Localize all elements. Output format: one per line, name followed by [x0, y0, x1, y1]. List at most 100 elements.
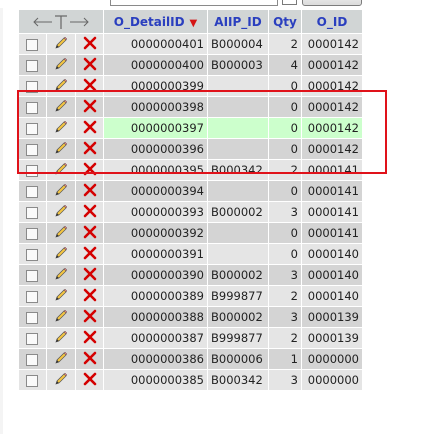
- arrow-right-icon[interactable]: [68, 15, 94, 29]
- row-checkbox[interactable]: [26, 290, 39, 303]
- pencil-icon[interactable]: [54, 309, 68, 326]
- row-select-cell: [19, 286, 46, 306]
- table-row[interactable]: 0000000398 0 0000142: [19, 97, 362, 117]
- cell-detail-id: 0000000400: [104, 55, 207, 75]
- pencil-icon[interactable]: [54, 78, 68, 95]
- delete-x-icon[interactable]: [83, 162, 97, 179]
- filter-input[interactable]: [110, 0, 278, 6]
- delete-x-icon[interactable]: [83, 57, 97, 74]
- delete-x-icon[interactable]: [83, 372, 97, 389]
- table-row[interactable]: 0000000396 0 0000142: [19, 139, 362, 159]
- row-delete-cell: [76, 223, 103, 243]
- pencil-icon[interactable]: [54, 99, 68, 116]
- delete-x-icon[interactable]: [83, 141, 97, 158]
- delete-x-icon[interactable]: [83, 183, 97, 200]
- delete-x-icon[interactable]: [83, 351, 97, 368]
- cell-qty: 2: [269, 160, 301, 180]
- row-checkbox[interactable]: [26, 374, 39, 387]
- column-header-aiip-id[interactable]: AIIP_ID: [208, 10, 268, 33]
- row-checkbox[interactable]: [26, 59, 39, 72]
- row-checkbox[interactable]: [26, 206, 39, 219]
- actions-header: [19, 10, 103, 33]
- row-edit-cell: [46, 307, 76, 327]
- row-checkbox[interactable]: [26, 227, 39, 240]
- table-row[interactable]: 0000000386 B000006 1 0000000: [19, 349, 362, 369]
- pencil-icon[interactable]: [54, 57, 68, 74]
- column-t-icon[interactable]: [54, 14, 68, 30]
- row-checkbox[interactable]: [26, 248, 39, 261]
- pencil-icon[interactable]: [54, 267, 68, 284]
- row-checkbox[interactable]: [26, 143, 39, 156]
- cell-o-id: 0000141: [302, 160, 362, 180]
- delete-x-icon[interactable]: [83, 288, 97, 305]
- pencil-icon[interactable]: [54, 204, 68, 221]
- column-header-qty[interactable]: Qty: [269, 10, 301, 33]
- table-row[interactable]: 0000000385 B000342 3 0000000: [19, 370, 362, 390]
- row-checkbox[interactable]: [26, 311, 39, 324]
- arrow-left-icon[interactable]: [28, 15, 54, 29]
- row-checkbox[interactable]: [26, 101, 39, 114]
- delete-x-icon[interactable]: [83, 309, 97, 326]
- row-checkbox[interactable]: [26, 164, 39, 177]
- pencil-icon[interactable]: [54, 351, 68, 368]
- pencil-icon[interactable]: [54, 120, 68, 137]
- cell-qty: 0: [269, 223, 301, 243]
- cell-qty: 0: [269, 139, 301, 159]
- pencil-icon[interactable]: [54, 288, 68, 305]
- pencil-icon[interactable]: [54, 141, 68, 158]
- row-checkbox[interactable]: [26, 38, 39, 51]
- row-checkbox[interactable]: [26, 80, 39, 93]
- row-checkbox[interactable]: [26, 185, 39, 198]
- delete-x-icon[interactable]: [83, 99, 97, 116]
- delete-x-icon[interactable]: [83, 267, 97, 284]
- delete-x-icon[interactable]: [83, 330, 97, 347]
- column-header-qty-label[interactable]: Qty: [273, 15, 297, 29]
- table-row[interactable]: 0000000391 0 0000140: [19, 244, 362, 264]
- table-row[interactable]: 0000000388 B000002 3 0000139: [19, 307, 362, 327]
- table-row[interactable]: 0000000401 B000004 2 0000142: [19, 34, 362, 54]
- table-row[interactable]: 0000000397 0 0000142: [19, 118, 362, 138]
- pencil-icon[interactable]: [54, 183, 68, 200]
- column-header-o-id[interactable]: O_ID: [302, 10, 362, 33]
- row-edit-cell: [46, 34, 76, 54]
- column-header-detail-id-label[interactable]: O_DetailID: [114, 15, 185, 29]
- table-row[interactable]: 0000000389 B999877 2 0000140: [19, 286, 362, 306]
- delete-x-icon[interactable]: [83, 225, 97, 242]
- row-checkbox[interactable]: [26, 332, 39, 345]
- pencil-icon[interactable]: [54, 36, 68, 53]
- cell-aiip-id: B000006: [208, 349, 268, 369]
- table-row[interactable]: 0000000390 B000002 3 0000140: [19, 265, 362, 285]
- row-checkbox[interactable]: [26, 269, 39, 282]
- filter-checkbox[interactable]: [282, 0, 297, 5]
- pencil-icon[interactable]: [54, 246, 68, 263]
- table-row[interactable]: 0000000393 B000002 3 0000141: [19, 202, 362, 222]
- cell-qty: 2: [269, 286, 301, 306]
- cell-aiip-id: [208, 181, 268, 201]
- column-header-detail-id[interactable]: O_DetailID ▼: [104, 10, 207, 33]
- table-row[interactable]: 0000000392 0 0000141: [19, 223, 362, 243]
- column-header-o-id-label[interactable]: O_ID: [317, 15, 348, 29]
- go-button[interactable]: [302, 0, 362, 6]
- table-row[interactable]: 0000000399 0 0000142: [19, 76, 362, 96]
- cell-detail-id: 0000000389: [104, 286, 207, 306]
- delete-x-icon[interactable]: [83, 78, 97, 95]
- cell-detail-id: 0000000386: [104, 349, 207, 369]
- pencil-icon[interactable]: [54, 225, 68, 242]
- row-checkbox[interactable]: [26, 353, 39, 366]
- pencil-icon[interactable]: [54, 162, 68, 179]
- sort-desc-icon[interactable]: ▼: [190, 18, 198, 29]
- pencil-icon[interactable]: [54, 330, 68, 347]
- delete-x-icon[interactable]: [83, 246, 97, 263]
- delete-x-icon[interactable]: [83, 204, 97, 221]
- pencil-icon[interactable]: [54, 372, 68, 389]
- table-row[interactable]: 0000000387 B999877 2 0000139: [19, 328, 362, 348]
- table-row[interactable]: 0000000394 0 0000141: [19, 181, 362, 201]
- table-row[interactable]: 0000000395 B000342 2 0000141: [19, 160, 362, 180]
- row-select-cell: [19, 97, 46, 117]
- row-checkbox[interactable]: [26, 122, 39, 135]
- delete-x-icon[interactable]: [83, 36, 97, 53]
- table-row[interactable]: 0000000400 B000003 4 0000142: [19, 55, 362, 75]
- cell-aiip-id: B000002: [208, 307, 268, 327]
- column-header-aiip-id-label[interactable]: AIIP_ID: [214, 15, 261, 29]
- delete-x-icon[interactable]: [83, 120, 97, 137]
